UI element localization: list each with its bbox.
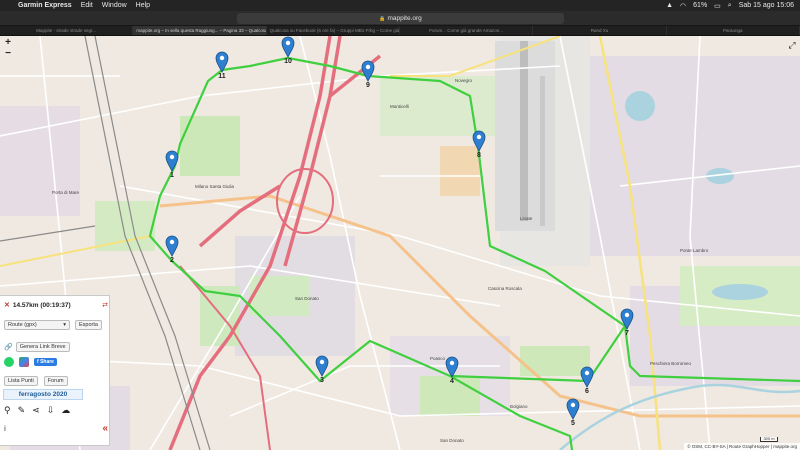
browser-tab[interactable]: Rand Xu: [533, 26, 667, 35]
waypoint-marker[interactable]: 11: [215, 51, 229, 80]
link-icon: 🔗: [4, 344, 13, 351]
list-points-button[interactable]: Lista Punti: [4, 376, 38, 386]
route-format-select[interactable]: Route (gpx) ▾: [4, 320, 70, 330]
place-label: San Donato: [440, 438, 464, 443]
browser-tab-active[interactable]: mappite.org – In sella questa Raggiung..…: [133, 26, 267, 35]
place-label: Peschiera Borromeo: [650, 361, 692, 366]
place-label: San Donato: [295, 296, 319, 301]
place-label: Milano Santa Giulia: [195, 184, 235, 189]
search-icon[interactable]: ⌕: [728, 2, 732, 10]
menu-edit[interactable]: Edit: [81, 2, 93, 9]
battery-icon[interactable]: ▭: [714, 2, 721, 10]
battery-percent: 61%: [693, 2, 708, 9]
menu-help[interactable]: Help: [136, 2, 150, 9]
app-name-menu[interactable]: Garmin Express: [18, 2, 72, 9]
place-label: Porta di Mare: [52, 190, 80, 195]
url-text: mappite.org: [387, 15, 422, 22]
notification-icon[interactable]: ▲: [666, 2, 673, 9]
cloud-icon[interactable]: ☁: [61, 405, 70, 416]
waypoint-marker[interactable]: 5: [566, 398, 580, 427]
waypoint-marker[interactable]: 9: [361, 60, 375, 89]
info-icon[interactable]: ⅰ: [4, 425, 6, 433]
datetime[interactable]: Sab 15 ago 15:06: [739, 2, 794, 9]
waypoint-marker[interactable]: 10: [281, 36, 295, 65]
waypoint-marker[interactable]: 2: [165, 235, 179, 264]
waypoint-marker[interactable]: 4: [445, 356, 459, 385]
browser-toolbar: 🔒 mappite.org: [0, 11, 800, 26]
place-label: Poasco: [430, 356, 446, 361]
place-label: Ponte Lambro: [680, 248, 709, 253]
waypoint-marker[interactable]: 7: [620, 308, 634, 337]
place-label: Bolgiano: [510, 404, 528, 409]
reverse-route-icon[interactable]: ⇄: [102, 301, 108, 309]
browser-tab[interactable]: Mappite - strade strade segr...: [0, 26, 134, 35]
browser-tab[interactable]: Paraonga: [667, 26, 800, 35]
add-marker-icon[interactable]: ⚲: [4, 405, 11, 416]
tab-bar: Mappite - strade strade segr... mappite.…: [0, 26, 800, 36]
share-icon[interactable]: ⋖: [32, 405, 40, 416]
place-label: Monticelli: [390, 104, 409, 109]
download-icon[interactable]: ⇩: [47, 405, 55, 416]
google-maps-icon[interactable]: [19, 357, 29, 367]
scale-bar: 300 m: [760, 437, 778, 442]
whatsapp-icon[interactable]: [4, 357, 14, 367]
map-tiles: [0, 36, 800, 450]
place-label: Novegro: [455, 78, 473, 83]
waypoint-marker[interactable]: 3: [315, 355, 329, 384]
short-link-button[interactable]: Genera Link Breve: [15, 342, 70, 352]
browser-tab[interactable]: Qualcosa su Facebook (6 ore fa) – Gruppi…: [267, 26, 400, 35]
route-panel: ✕ 14.57km (00:19:37) ⇄ Route (gpx) ▾ Esp…: [0, 295, 110, 446]
address-bar[interactable]: 🔒 mappite.org: [237, 13, 564, 24]
macos-menubar: Garmin Express Edit Window Help ▲ ◠ 61% …: [0, 0, 800, 11]
forum-button[interactable]: Forum: [43, 376, 68, 386]
zoom-in-button[interactable]: +: [2, 38, 14, 48]
collapse-panel-icon[interactable]: «: [102, 423, 108, 434]
place-label: Cascina Roscala: [488, 286, 522, 291]
lock-icon: 🔒: [379, 16, 386, 22]
browser-tab[interactable]: Forum... Come già grande Amazon...: [400, 26, 534, 35]
export-button[interactable]: Esporta: [75, 320, 102, 330]
map-canvas[interactable]: Porta di Mare Milano Santa Giulia San Do…: [0, 36, 800, 450]
place-label: Linate: [520, 216, 533, 221]
route-name-field[interactable]: ferragosto 2020: [3, 389, 83, 400]
wifi-icon[interactable]: ◠: [680, 2, 686, 10]
facebook-share-button[interactable]: f Share: [34, 358, 57, 366]
waypoint-marker[interactable]: 6: [580, 366, 594, 395]
tools-icon[interactable]: ✎: [18, 405, 26, 416]
fullscreen-icon[interactable]: ⤢: [787, 40, 797, 50]
close-icon[interactable]: ✕: [4, 301, 10, 309]
waypoint-marker[interactable]: 8: [472, 130, 486, 159]
menu-window[interactable]: Window: [102, 2, 127, 9]
zoom-out-button[interactable]: −: [2, 49, 14, 59]
route-distance: 14.57km (00:19:37): [12, 301, 71, 309]
waypoint-marker[interactable]: 1: [165, 150, 179, 179]
map-attribution: © OSM, CC-BY-SA | Route GraphHopper | ma…: [684, 443, 800, 450]
